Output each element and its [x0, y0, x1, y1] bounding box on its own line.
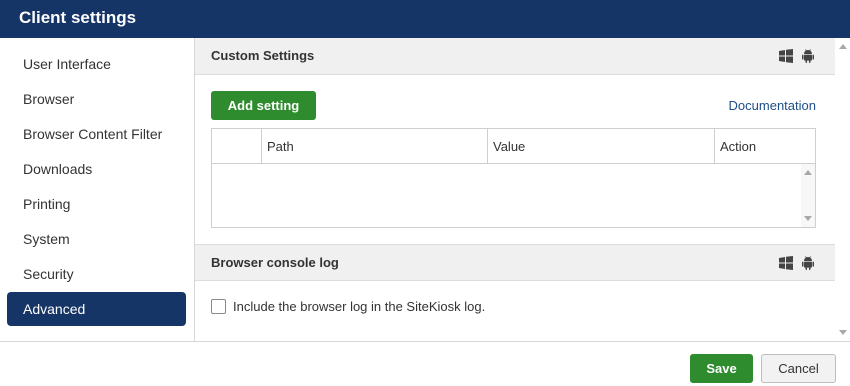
android-icon: [802, 49, 814, 63]
sidebar-item-advanced[interactable]: Advanced: [7, 292, 186, 326]
add-setting-button[interactable]: Add setting: [211, 91, 316, 120]
window-titlebar: Client settings: [0, 0, 850, 38]
custom-settings-header: Custom Settings: [195, 38, 835, 75]
column-header-value[interactable]: Value: [487, 129, 714, 164]
scroll-up-arrow-icon[interactable]: [839, 44, 847, 49]
scroll-down-arrow-icon[interactable]: [839, 330, 847, 335]
console-log-title: Browser console log: [211, 255, 339, 270]
android-icon: [802, 256, 814, 270]
include-browser-log-option[interactable]: Include the browser log in the SiteKiosk…: [211, 299, 485, 314]
table-body: [212, 164, 815, 227]
documentation-link[interactable]: Documentation: [729, 98, 816, 113]
sidebar-item-security[interactable]: Security: [7, 257, 186, 291]
console-log-platforms: [779, 256, 815, 270]
settings-sidebar: User Interface Browser Browser Content F…: [0, 38, 195, 341]
sidebar-item-printing[interactable]: Printing: [7, 187, 186, 221]
sidebar-item-system[interactable]: System: [7, 222, 186, 256]
content-scrollbar[interactable]: [835, 38, 850, 341]
windows-icon: [779, 256, 793, 270]
custom-settings-title: Custom Settings: [211, 48, 315, 63]
column-header-path[interactable]: Path: [261, 129, 487, 164]
sidebar-item-downloads[interactable]: Downloads: [7, 152, 186, 186]
column-header-action: Action: [714, 129, 815, 164]
windows-icon: [779, 49, 793, 63]
settings-content: Custom Settings Add setting Documentatio…: [195, 38, 835, 341]
scroll-up-arrow-icon[interactable]: [804, 170, 812, 175]
include-browser-log-label[interactable]: Include the browser log in the SiteKiosk…: [233, 299, 485, 314]
scroll-down-arrow-icon[interactable]: [804, 216, 812, 221]
sidebar-item-browser[interactable]: Browser: [7, 82, 186, 116]
custom-settings-table: Path Value Action: [211, 128, 816, 228]
cancel-button[interactable]: Cancel: [761, 354, 836, 383]
column-header-select: [212, 129, 261, 164]
include-browser-log-checkbox[interactable]: [211, 299, 226, 314]
sidebar-item-browser-content-filter[interactable]: Browser Content Filter: [7, 117, 186, 151]
table-scrollbar[interactable]: [801, 164, 815, 227]
custom-settings-platforms: [779, 49, 815, 63]
window-title: Client settings: [19, 8, 137, 27]
save-button[interactable]: Save: [690, 354, 753, 383]
dialog-footer: Save Cancel: [0, 341, 850, 386]
console-log-header: Browser console log: [195, 244, 835, 281]
table-header: Path Value Action: [212, 129, 815, 164]
sidebar-item-user-interface[interactable]: User Interface: [7, 47, 186, 81]
